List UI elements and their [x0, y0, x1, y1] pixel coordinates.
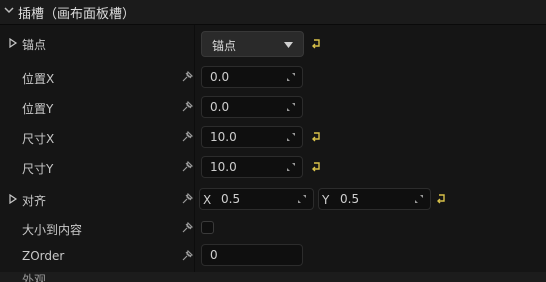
size-y-value: 10.0 — [210, 160, 237, 174]
alignment-y-axis-label: Y — [322, 193, 330, 207]
anchors-label: 锚点 — [22, 38, 47, 52]
size-to-content-checkbox[interactable] — [201, 221, 214, 234]
size-y-field[interactable]: 10.0 — [201, 156, 303, 178]
alignment-x-value: 0.5 — [221, 192, 241, 206]
pin-icon[interactable] — [181, 101, 193, 113]
drag-handle-icon[interactable] — [286, 72, 296, 82]
size-x-value: 10.0 — [210, 130, 237, 144]
size-x-field[interactable]: 10.0 — [201, 126, 303, 148]
chevron-down-icon — [4, 7, 14, 14]
alignment-x-field[interactable]: X 0.5 — [199, 188, 314, 210]
drag-handle-icon[interactable] — [286, 162, 296, 172]
section-title: 插槽（画布面板槽） — [18, 7, 136, 22]
position-y-value: 0.0 — [210, 100, 230, 114]
pin-icon[interactable] — [181, 161, 193, 173]
alignment-x-axis-label: X — [203, 193, 212, 207]
position-x-field[interactable]: 0.0 — [201, 66, 303, 88]
pin-icon[interactable] — [181, 71, 193, 83]
expand-arrow-icon[interactable] — [9, 38, 18, 48]
next-section-header — [0, 272, 546, 282]
position-x-label: 位置X — [22, 72, 55, 86]
pin-icon[interactable] — [181, 131, 193, 143]
alignment-y-value: 0.5 — [340, 192, 360, 206]
reset-arrow-icon[interactable] — [311, 161, 322, 172]
position-y-field[interactable]: 0.0 — [201, 96, 303, 118]
reset-arrow-icon[interactable] — [311, 38, 322, 49]
alignment-label: 对齐 — [22, 194, 47, 208]
expand-arrow-icon[interactable] — [9, 194, 18, 204]
zorder-label: ZOrder — [22, 249, 65, 263]
pin-icon[interactable] — [181, 193, 193, 205]
zorder-field[interactable]: 0 — [201, 244, 303, 266]
pin-icon[interactable] — [181, 250, 193, 262]
position-x-value: 0.0 — [210, 70, 230, 84]
drag-handle-icon[interactable] — [414, 194, 424, 204]
alignment-y-field[interactable]: Y 0.5 — [318, 188, 431, 210]
next-section-label: 外观 — [22, 273, 47, 282]
section-header[interactable]: 插槽（画布面板槽） — [0, 0, 546, 25]
row-size-to-content: 大小到内容 — [0, 214, 546, 243]
drag-handle-icon[interactable] — [286, 102, 296, 112]
size-to-content-label: 大小到内容 — [22, 223, 83, 237]
dropdown-arrow-icon — [284, 42, 293, 48]
size-x-label: 尺寸X — [22, 132, 55, 146]
anchors-dropdown[interactable]: 锚点 — [201, 31, 304, 57]
drag-handle-icon[interactable] — [286, 132, 296, 142]
zorder-value: 0 — [210, 248, 218, 262]
size-y-label: 尺寸Y — [22, 162, 54, 176]
anchors-dropdown-value: 锚点 — [212, 39, 237, 53]
position-y-label: 位置Y — [22, 102, 54, 116]
drag-handle-icon[interactable] — [297, 194, 307, 204]
reset-arrow-icon[interactable] — [436, 193, 447, 204]
pin-icon[interactable] — [181, 222, 193, 234]
reset-arrow-icon[interactable] — [311, 131, 322, 142]
